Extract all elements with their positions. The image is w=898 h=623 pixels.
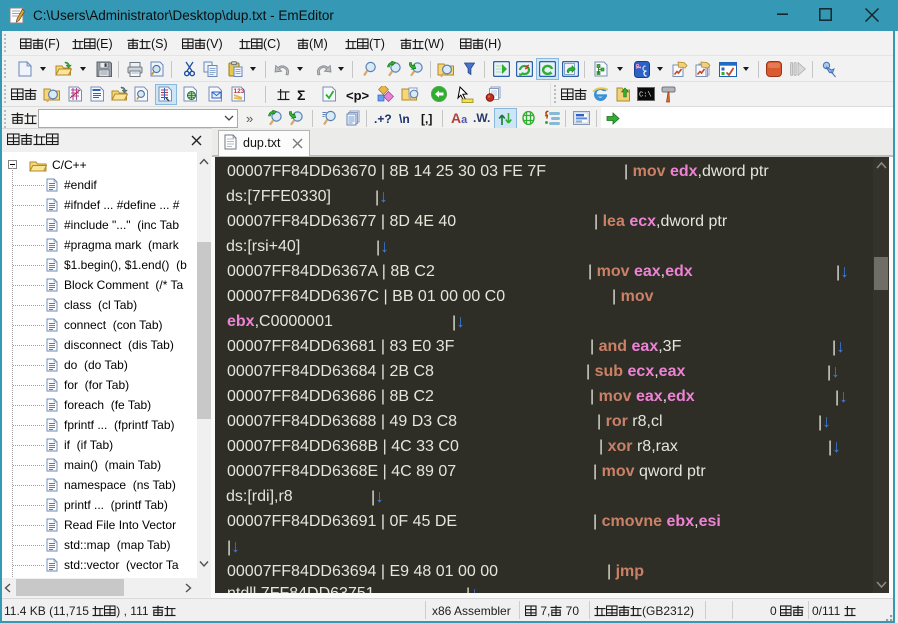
svg-text:C:\: C:\ (639, 92, 652, 100)
svg-text:123: 123 (234, 88, 245, 95)
